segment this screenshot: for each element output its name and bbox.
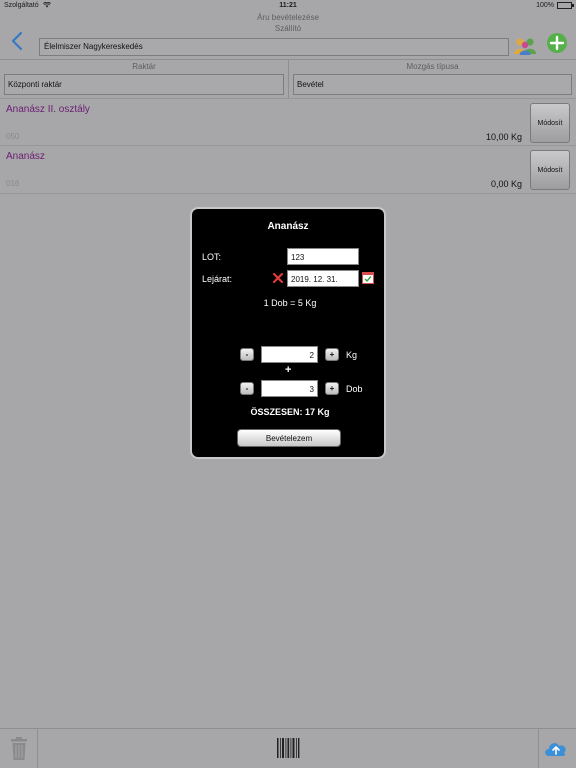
expiry-date-field[interactable]: 2019. 12. 31. — [287, 270, 359, 287]
battery-icon — [557, 2, 574, 9]
movement-type-select[interactable]: Bevétel — [293, 74, 572, 95]
close-icon[interactable] — [272, 272, 284, 284]
total-label: ÖSSZESEN: 17 Kg — [250, 407, 330, 417]
kg-plus-button[interactable]: + — [325, 348, 339, 361]
list-item[interactable]: Ananász 016 0,00 Kg Módosít — [0, 146, 576, 194]
list-item[interactable]: Ananász II. osztály 050 10,00 Kg Módosít — [0, 98, 576, 146]
cloud-upload-icon[interactable] — [543, 737, 569, 759]
item-code: 050 — [6, 132, 20, 141]
item-list: Ananász II. osztály 050 10,00 Kg Módosít… — [0, 98, 576, 194]
item-name: Ananász — [6, 151, 45, 162]
people-icon[interactable] — [513, 36, 537, 56]
nav-bar: Áru bevételezése Szállító Élelmiszer Nag… — [0, 12, 576, 60]
modify-button[interactable]: Módosít — [530, 103, 570, 143]
battery-indicator: 100% — [536, 2, 574, 9]
supplier-field[interactable]: Élelmiszer Nagykereskedés — [39, 38, 509, 56]
bottom-toolbar — [0, 728, 576, 768]
kg-minus-button[interactable]: - — [240, 348, 254, 361]
item-quantity: 0,00 Kg — [490, 179, 522, 189]
supplier-label: Szállító — [274, 24, 302, 33]
dialog-title: Ananász — [267, 221, 309, 232]
lot-field[interactable]: 123 — [287, 248, 359, 265]
kg-unit-label: Kg — [346, 350, 358, 360]
status-bar: Szolgáltató 11:21 100% — [0, 0, 576, 12]
item-code: 016 — [6, 179, 20, 188]
expiry-label: Lejárat: — [202, 274, 233, 284]
receive-dialog: Ananász LOT: 123 Lejárat: 2019. 12. 31. … — [190, 207, 386, 459]
page-title: Áru bevételezése — [257, 13, 319, 22]
kg-quantity-field[interactable]: 2 — [261, 346, 318, 363]
dob-quantity-field[interactable]: 3 — [261, 380, 318, 397]
chevron-left-icon — [11, 31, 23, 51]
movement-filter: Mozgás típusa Bevétel — [289, 60, 576, 98]
barcode-icon[interactable] — [276, 737, 300, 759]
dob-minus-button[interactable]: - — [240, 382, 254, 395]
sum-plus-sign: + — [285, 364, 292, 376]
back-button[interactable] — [8, 30, 26, 52]
calendar-check-icon[interactable] — [362, 272, 374, 284]
lot-label: LOT: — [202, 252, 222, 262]
add-button[interactable] — [546, 32, 568, 54]
clock: 11:21 — [279, 2, 297, 9]
movement-type-label: Mozgás típusa — [406, 62, 459, 71]
dob-plus-button[interactable]: + — [325, 382, 339, 395]
trash-icon[interactable] — [9, 737, 29, 761]
battery-percent: 100% — [536, 2, 554, 9]
filter-row: Raktár Központi raktár Mozgás típusa Bev… — [0, 60, 576, 98]
warehouse-select[interactable]: Központi raktár — [4, 74, 284, 95]
item-name: Ananász II. osztály — [6, 104, 90, 115]
dob-unit-label: Dob — [346, 384, 363, 394]
modify-button[interactable]: Módosít — [530, 150, 570, 190]
warehouse-label: Raktár — [132, 62, 156, 71]
item-quantity: 10,00 Kg — [485, 132, 522, 142]
unit-conversion: 1 Dob = 5 Kg — [263, 298, 317, 308]
submit-button[interactable]: Bevételezem — [237, 429, 341, 447]
warehouse-filter: Raktár Központi raktár — [0, 60, 289, 98]
